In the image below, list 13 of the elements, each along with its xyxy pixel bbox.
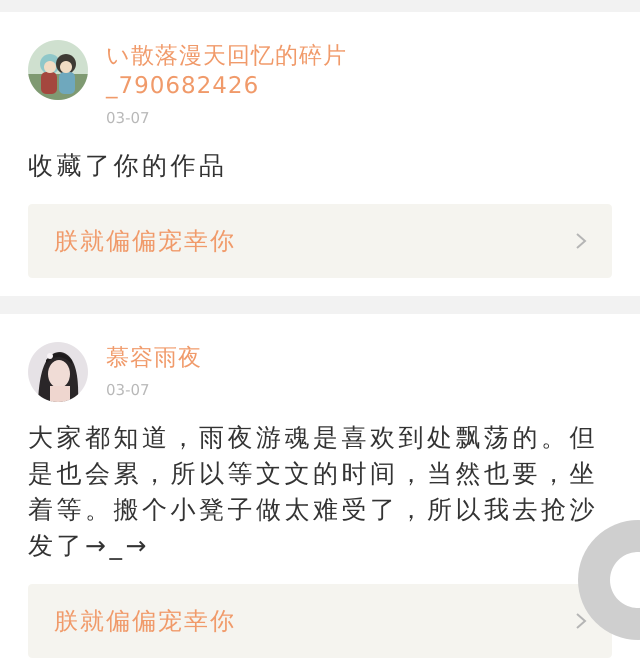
work-title: 朕就偏偏宠幸你 <box>54 606 236 637</box>
comment-text: 大家都知道，雨夜游魂是喜欢到处飘荡的。但是也会累，所以等文文的时间，当然也要，坐着等。搬个小凳子做太难受了，所以我去抢沙发了→_→ <box>28 422 599 562</box>
user-name[interactable]: _790682426 <box>106 72 347 100</box>
work-title: 朕就偏偏宠幸你 <box>54 226 236 257</box>
user-name[interactable]: い散落漫天回忆的碎片 <box>106 42 347 70</box>
linked-work-card[interactable]: 朕就偏偏宠幸你 <box>28 584 612 658</box>
chevron-right-icon <box>574 231 588 251</box>
linked-work-card[interactable]: 朕就偏偏宠幸你 <box>28 204 612 278</box>
comment-text: 收藏了你的作品 <box>28 150 228 182</box>
post-date: 03-07 <box>106 380 151 401</box>
post-date: 03-07 <box>106 108 151 129</box>
user-name[interactable]: 慕容雨夜 <box>106 344 202 372</box>
chevron-right-icon <box>574 611 588 631</box>
